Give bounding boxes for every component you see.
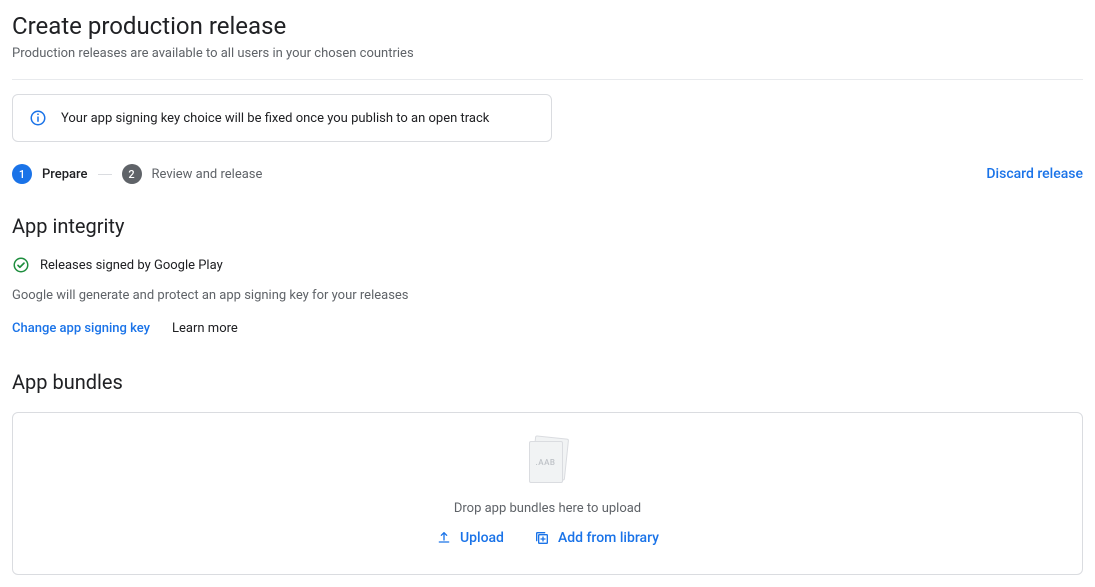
info-box: Your app signing key choice will be fixe… — [12, 94, 552, 142]
info-icon — [29, 109, 47, 127]
step-number-1: 1 — [12, 164, 32, 184]
section-title-integrity: App integrity — [12, 214, 1083, 238]
step-review[interactable]: 2 Review and release — [122, 164, 263, 184]
discard-release-button[interactable]: Discard release — [986, 166, 1083, 182]
drop-actions: Upload Add from library — [436, 530, 659, 546]
add-from-library-label: Add from library — [558, 530, 659, 546]
bundle-drop-zone[interactable]: .AAB Drop app bundles here to upload Upl… — [12, 412, 1083, 575]
divider — [12, 79, 1083, 80]
info-text: Your app signing key choice will be fixe… — [61, 111, 489, 126]
learn-more-link[interactable]: Learn more — [172, 321, 238, 336]
section-title-bundles: App bundles — [12, 370, 1083, 394]
stepper: 1 Prepare 2 Review and release — [12, 164, 262, 184]
page-title: Create production release — [12, 12, 1083, 40]
change-signing-key-button[interactable]: Change app signing key — [12, 321, 150, 336]
integrity-links: Change app signing key Learn more — [12, 321, 1083, 336]
step-label-prepare: Prepare — [42, 167, 88, 182]
step-prepare[interactable]: 1 Prepare — [12, 164, 88, 184]
add-from-library-button[interactable]: Add from library — [534, 530, 659, 546]
stepper-row: 1 Prepare 2 Review and release Discard r… — [12, 164, 1083, 184]
checkmark-icon — [12, 256, 30, 274]
step-number-2: 2 — [122, 164, 142, 184]
upload-button[interactable]: Upload — [436, 530, 504, 546]
signing-description: Google will generate and protect an app … — [12, 288, 1083, 303]
file-illustration-icon: .AAB — [527, 437, 569, 483]
signing-status-row: Releases signed by Google Play — [12, 256, 1083, 274]
drop-zone-text: Drop app bundles here to upload — [454, 501, 641, 516]
signing-status-text: Releases signed by Google Play — [40, 258, 223, 273]
library-icon — [534, 530, 550, 546]
page-subtitle: Production releases are available to all… — [12, 46, 1083, 61]
upload-icon — [436, 530, 452, 546]
step-connector — [98, 174, 112, 175]
step-label-review: Review and release — [152, 167, 263, 182]
upload-label: Upload — [460, 530, 504, 546]
